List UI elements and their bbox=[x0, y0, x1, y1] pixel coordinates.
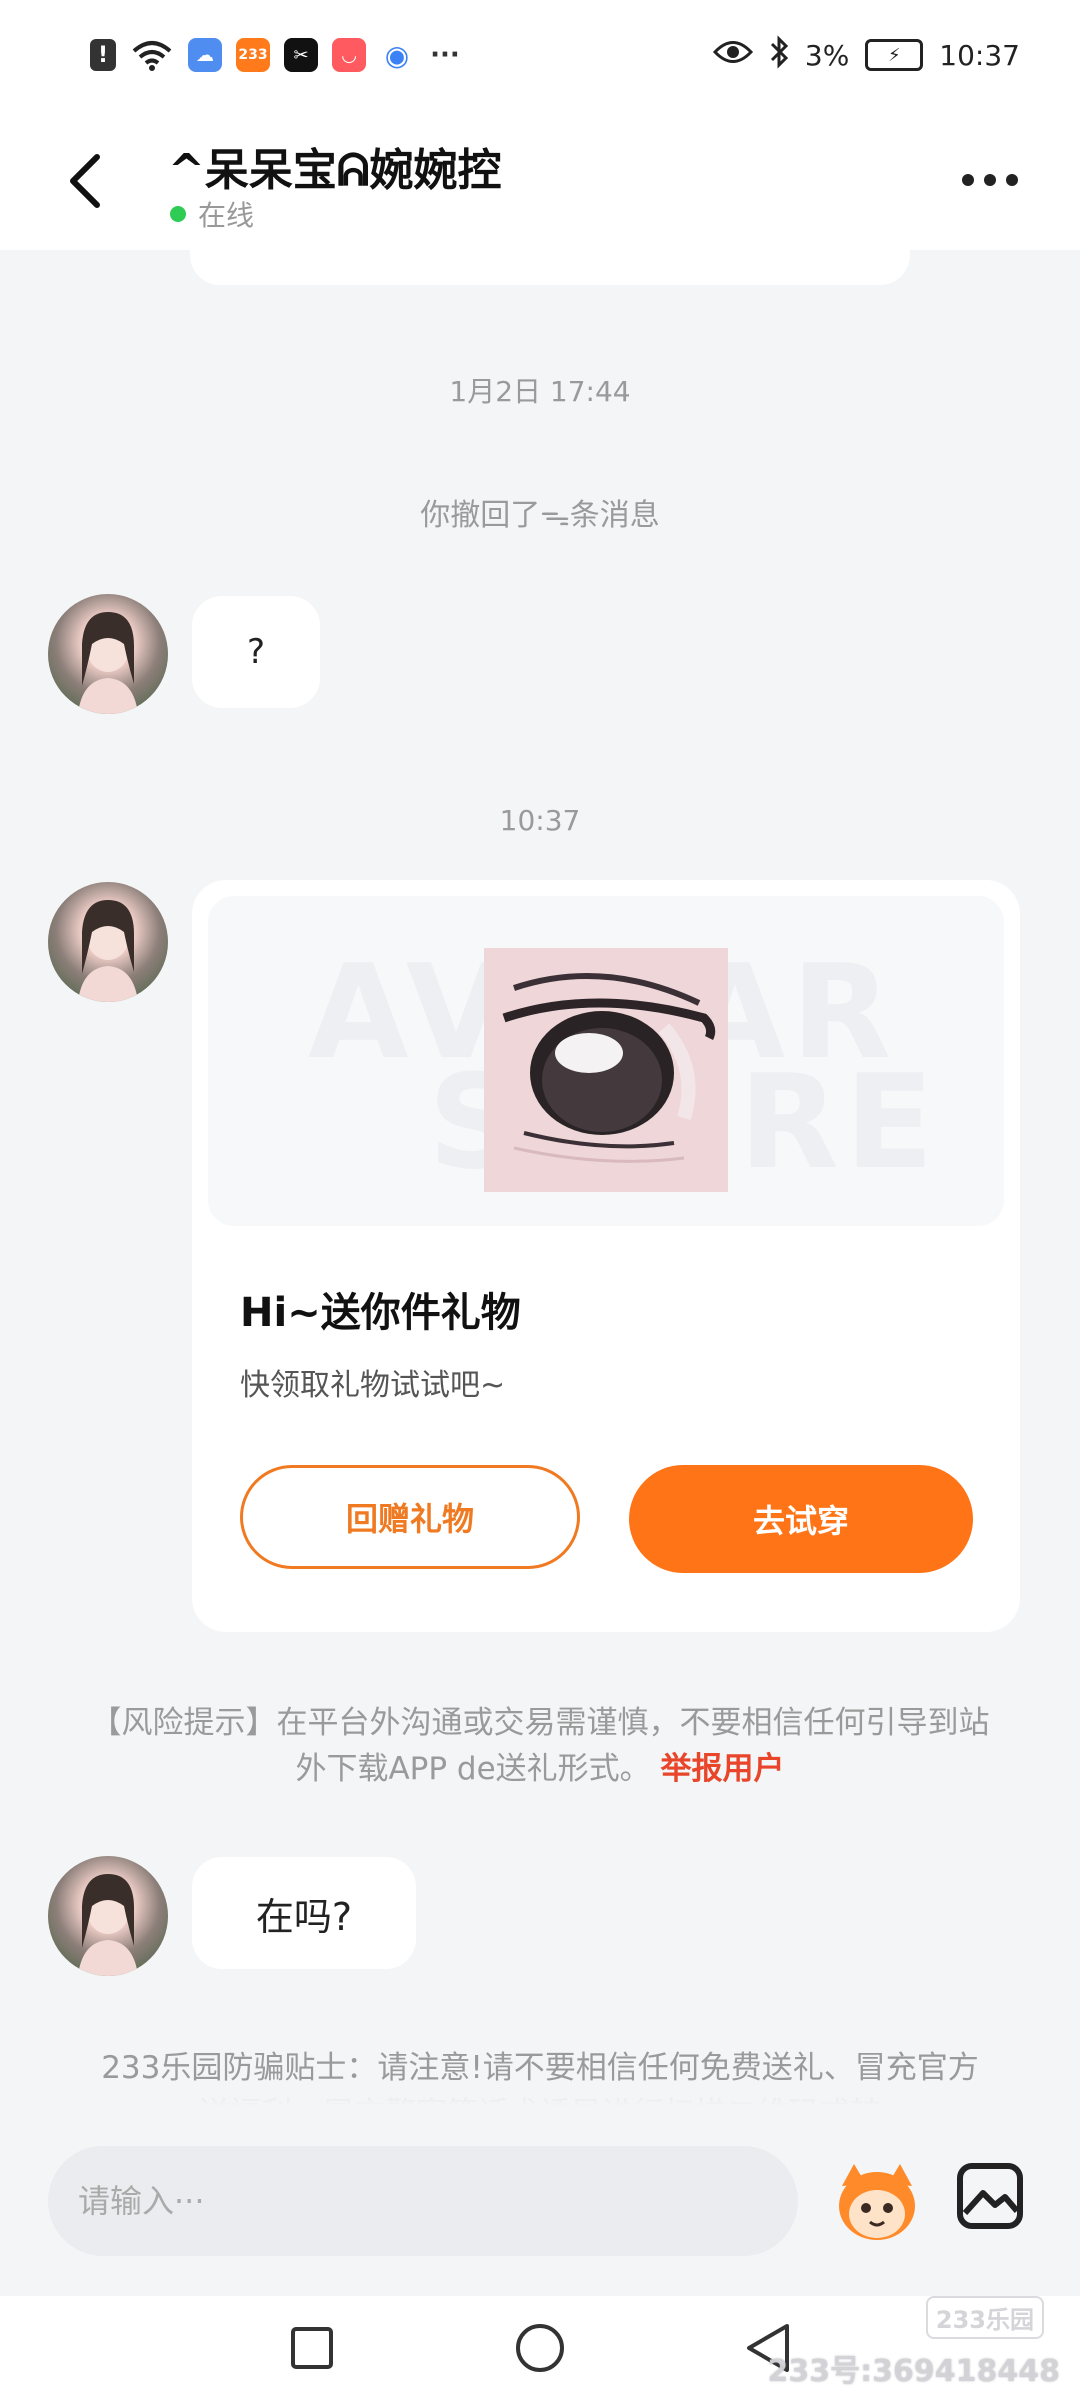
gift-card[interactable]: AVATAR STORE Hi~送你件礼物 快领取礼物试试吧~ 回赠礼物 去试穿 bbox=[192, 880, 1020, 1632]
gift-item-image bbox=[484, 948, 728, 1192]
gift-preview: AVATAR STORE bbox=[208, 896, 1004, 1226]
return-gift-button[interactable]: 回赠礼物 bbox=[240, 1465, 580, 1569]
recall-notice: 你撤回了ᯓ条消息 bbox=[420, 498, 660, 533]
dot-icon bbox=[984, 174, 996, 186]
try-on-button[interactable]: 去试穿 bbox=[629, 1465, 973, 1573]
eye-item-icon bbox=[484, 948, 728, 1192]
avatar-image bbox=[78, 900, 138, 1002]
chat-header: ^呆呆宝ᕱ婉婉控 在线 bbox=[0, 110, 1080, 250]
image-icon bbox=[957, 2163, 1023, 2229]
risk-notice-text: 【风险提示】在平台外沟通或交易需谨慎，不要相信任何引导到站外下载APP de送礼… bbox=[90, 1705, 990, 1787]
shopping-bag-icon: ◡ bbox=[332, 38, 366, 72]
status-bar: ! ☁ 233 ✂ ◡ ◉ ··· 3% ⚡ 10:37 bbox=[0, 0, 1080, 110]
dot-icon bbox=[962, 174, 974, 186]
chat-title: ^呆呆宝ᕱ婉婉控 bbox=[168, 145, 502, 196]
report-user-link[interactable]: 举报用户 bbox=[661, 1751, 785, 1787]
battery-icon: ⚡ bbox=[865, 39, 924, 71]
sticker-button[interactable] bbox=[832, 2156, 922, 2246]
input-bar bbox=[0, 2106, 1080, 2296]
weather-app-icon: ☁ bbox=[188, 38, 222, 72]
capcut-app-icon: ✂ bbox=[284, 38, 318, 72]
avatar[interactable] bbox=[48, 1856, 168, 1976]
user-id-watermark: 233号:369418448 bbox=[767, 2354, 1061, 2389]
browser-icon: ◉ bbox=[384, 38, 410, 72]
bluetooth-icon bbox=[769, 34, 789, 76]
back-button[interactable] bbox=[50, 146, 120, 216]
notification-icons: ! ☁ 233 ✂ ◡ ◉ ··· bbox=[90, 30, 462, 80]
mascot-sticker-icon bbox=[839, 2164, 915, 2240]
more-options-button[interactable] bbox=[950, 150, 1030, 210]
image-button[interactable] bbox=[955, 2161, 1025, 2231]
app-233-icon: 233 bbox=[236, 38, 270, 72]
app-watermark-logo: 233乐园 bbox=[925, 2296, 1044, 2339]
clock: 10:37 bbox=[939, 38, 1020, 72]
wifi-icon bbox=[130, 38, 174, 72]
alert-icon: ! bbox=[90, 39, 116, 71]
home-button[interactable] bbox=[508, 2316, 572, 2380]
avatar-image bbox=[78, 1874, 138, 1976]
system-nav-bar: 233乐园 233号:369418448 bbox=[0, 2296, 1080, 2400]
eye-icon bbox=[712, 39, 753, 72]
message-input[interactable] bbox=[48, 2146, 798, 2256]
battery-percent: 3% bbox=[804, 38, 850, 72]
message-bubble[interactable]: ? bbox=[192, 596, 320, 708]
gift-subtitle: 快领取礼物试试吧~ bbox=[240, 1368, 506, 1403]
online-status: 在线 bbox=[170, 194, 254, 234]
avatar[interactable] bbox=[48, 882, 168, 1002]
previous-message-bubble bbox=[190, 230, 910, 285]
online-status-label: 在线 bbox=[198, 199, 255, 232]
timestamp: 1月2日 17:44 bbox=[449, 375, 631, 408]
circle-icon bbox=[516, 2324, 564, 2372]
more-notifications-icon: ··· bbox=[430, 40, 460, 70]
online-dot-icon bbox=[170, 206, 186, 222]
recent-apps-button[interactable] bbox=[280, 2316, 344, 2380]
system-indicators: 3% ⚡ 10:37 bbox=[712, 30, 1020, 80]
message-bubble[interactable]: 在吗? bbox=[192, 1857, 416, 1969]
square-icon bbox=[291, 2327, 333, 2369]
tips-fade bbox=[0, 2090, 1080, 2106]
avatar[interactable] bbox=[48, 594, 168, 714]
chevron-left-icon bbox=[70, 154, 100, 208]
timestamp: 10:37 bbox=[499, 804, 581, 837]
avatar-image bbox=[78, 612, 138, 714]
dot-icon bbox=[1006, 174, 1018, 186]
risk-notice: 【风险提示】在平台外沟通或交易需谨慎，不要相信任何引导到站外下载APP de送礼… bbox=[90, 1700, 990, 1792]
gift-title: Hi~送你件礼物 bbox=[240, 1290, 521, 1336]
